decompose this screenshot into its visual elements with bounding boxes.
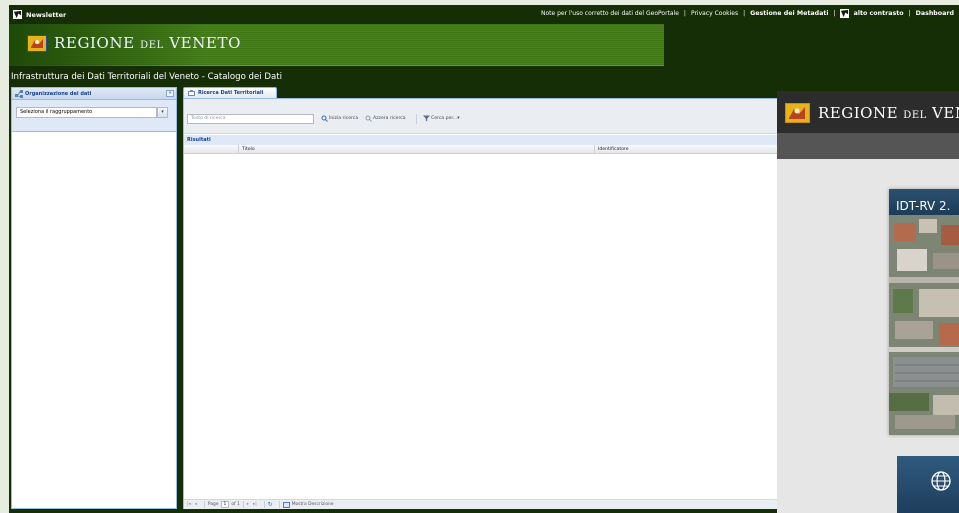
chevron-down-icon: ▾: [457, 116, 460, 121]
grouping-selector-area: Seleziona il raggruppamento ▾: [12, 100, 176, 132]
coat-of-arms-icon: [27, 34, 47, 52]
coat-of-arms-icon: [785, 103, 810, 123]
results-header: Risultati: [184, 135, 782, 145]
logo-text-small: DEL: [140, 40, 164, 51]
reset-search-button[interactable]: Azzera ricerca: [365, 115, 406, 122]
reset-magnifier-icon: [365, 115, 372, 122]
logo-text-main: REGIONE: [54, 34, 141, 52]
separator: |: [683, 10, 686, 17]
show-description-button[interactable]: Mostra Descrizione: [292, 502, 334, 507]
overlay-header: REGIONE DEL VEN: [777, 91, 959, 133]
high-contrast-icon[interactable]: [839, 9, 849, 18]
privacy-cookies-link[interactable]: Privacy Cookies: [691, 10, 738, 17]
search-by-label: Cerca per...: [431, 116, 458, 121]
separator: |: [833, 10, 836, 17]
page-number-input[interactable]: 1: [220, 501, 230, 508]
overlay-subbar: [777, 133, 959, 159]
next-page-button[interactable]: ▸: [247, 502, 249, 507]
results-grid-header: Titolo Identificatore: [184, 145, 782, 154]
portal-frame: Newsletter Note per l'uso corretto dei d…: [9, 5, 959, 513]
top-bar: Newsletter Note per l'uso corretto dei d…: [9, 5, 959, 24]
usage-notes-link[interactable]: Note per l'uso corretto dei dati del Geo…: [541, 10, 679, 17]
high-contrast-link[interactable]: alto contrasto: [854, 10, 904, 17]
idt-card[interactable]: IDT-RV 2.: [889, 189, 959, 435]
description-icon: [282, 501, 290, 508]
search-toolbar: Testo di ricerca Inizia ricerca Azzera r…: [184, 99, 782, 134]
start-search-button[interactable]: Inizia ricerca: [321, 115, 358, 122]
grouping-select-arrow[interactable]: ▾: [157, 107, 168, 118]
tab-label: Ricerca Dati Territoriali: [198, 90, 264, 96]
metadata-management-link[interactable]: Gestione dei Metadati: [750, 10, 828, 17]
refresh-icon[interactable]: ↻: [268, 501, 273, 508]
grouping-select[interactable]: Seleziona il raggruppamento: [16, 107, 157, 118]
newsletter-icon: [13, 10, 22, 19]
organization-icon: [15, 89, 23, 98]
separator: |: [908, 10, 911, 17]
pager-separator: [203, 501, 205, 508]
column-title[interactable]: Titolo: [242, 147, 255, 152]
logo-text-end: VENETO: [163, 34, 241, 52]
search-panel: Testo di ricerca Inizia ricerca Azzera r…: [183, 98, 783, 509]
paging-toolbar: |◂ ◂ Page 1 of 1 ▸ ▸| ↻ Mostra Descrizio…: [184, 499, 782, 509]
first-page-button[interactable]: |◂: [187, 502, 191, 507]
collapse-button[interactable]: «: [166, 90, 174, 97]
dashboard-link[interactable]: Dashboard: [916, 10, 954, 17]
start-search-label: Inizia ricerca: [329, 116, 359, 121]
column-divider: [594, 145, 595, 154]
overlay-logo-end: VEN: [932, 104, 959, 122]
tab-ricerca-dati-territoriali[interactable]: Ricerca Dati Territoriali: [183, 87, 277, 98]
prev-page-button[interactable]: ◂: [195, 502, 197, 507]
newsletter-link[interactable]: Newsletter: [9, 10, 66, 19]
search-by-button[interactable]: Cerca per... ▾: [423, 115, 460, 122]
funnel-icon: [423, 115, 430, 122]
pager-separator: [278, 501, 280, 508]
search-data-icon: [188, 90, 195, 96]
globe-button[interactable]: [897, 456, 959, 513]
catalog-title: Infrastruttura dei Dati Territoriali del…: [11, 72, 283, 82]
pager-separator: [242, 501, 244, 508]
panel-title: Organizzazione dei dati: [25, 90, 92, 97]
header-banner: REGIONE DEL VENETO: [9, 24, 664, 66]
last-page-button[interactable]: ▸|: [253, 502, 257, 507]
top-links: Note per l'uso corretto dei dati del Geo…: [538, 9, 957, 18]
aerial-photo: [889, 215, 959, 435]
magnifier-icon: [321, 115, 328, 122]
globe-icon: [931, 471, 951, 491]
page-label: Page: [207, 502, 219, 507]
regione-veneto-logo[interactable]: REGIONE DEL VENETO: [27, 34, 241, 52]
newsletter-label: Newsletter: [26, 10, 67, 19]
toolbar-separator: [416, 114, 417, 124]
separator: |: [743, 10, 746, 17]
data-organization-panel: Organizzazione dei dati « Seleziona il r…: [11, 87, 177, 509]
overlay-logo-main: REGIONE: [818, 104, 904, 122]
overlay-preview-panel: REGIONE DEL VEN IDT-RV 2.: [777, 91, 959, 513]
overlay-logo-small: DEL: [903, 110, 927, 121]
search-input[interactable]: Testo di ricerca: [187, 114, 314, 124]
column-identifier[interactable]: Identificatore: [598, 147, 629, 152]
page-count: of 1: [231, 502, 240, 507]
pager-separator: [263, 501, 265, 508]
reset-search-label: Azzera ricerca: [373, 116, 406, 121]
row-number-column: [184, 145, 239, 154]
overlay-logo[interactable]: REGIONE DEL VEN: [785, 103, 959, 123]
panel-header: Organizzazione dei dati «: [12, 88, 176, 100]
